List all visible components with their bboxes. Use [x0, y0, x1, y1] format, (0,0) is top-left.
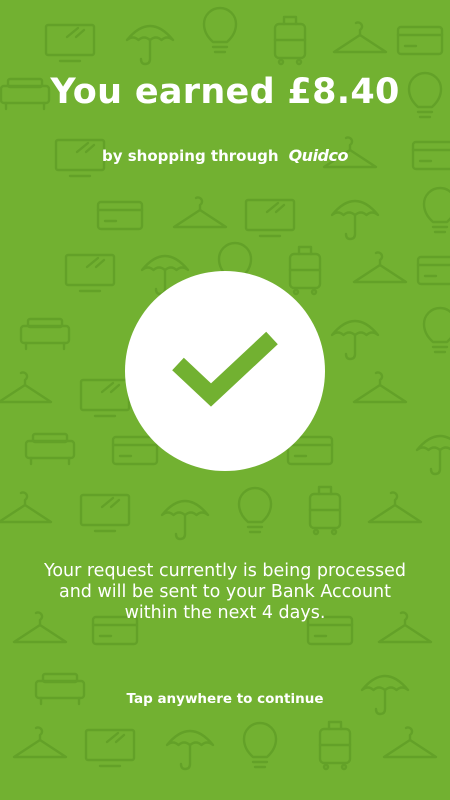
processing-message: Your request currently is being processe…: [25, 561, 425, 624]
message-line: within the next 4 days.: [124, 603, 326, 623]
checkmark-icon: [172, 331, 278, 407]
tap-to-continue-hint[interactable]: Tap anywhere to continue: [0, 689, 450, 709]
earned-amount-title: You earned £8.40: [50, 72, 400, 112]
cashback-confirmation-screen[interactable]: You earned £8.40 by shopping through Qui…: [0, 0, 450, 800]
source-line: by shopping through Quidco: [0, 144, 450, 168]
quidco-logo: Quidco: [288, 146, 349, 165]
message-line: Your request currently is being processe…: [43, 561, 407, 581]
message-line: and will be sent to your Bank Account: [58, 582, 391, 602]
source-prefix: by shopping through: [102, 147, 279, 165]
success-badge: [125, 271, 325, 471]
